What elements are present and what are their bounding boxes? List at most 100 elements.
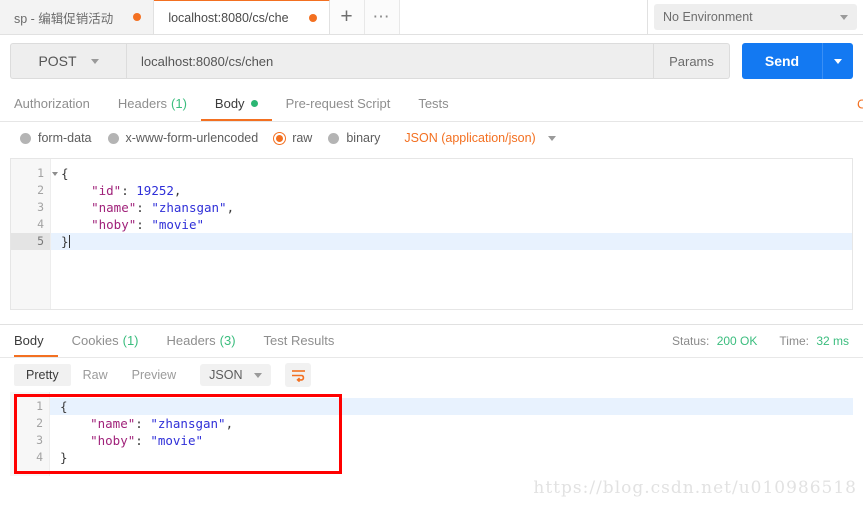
response-tab-headers-count: (3) [219, 332, 236, 348]
request-editor-code[interactable]: { "id": 19252, "name": "zhansgan", "hoby… [51, 159, 852, 309]
environment-select[interactable]: No Environment [654, 4, 857, 30]
unsaved-dot-icon [308, 13, 317, 22]
chevron-down-icon [547, 135, 556, 141]
http-method-select[interactable]: POST [10, 43, 126, 79]
response-tab-test-results-label: Test Results [263, 332, 335, 348]
line-number: 5 [11, 233, 50, 250]
send-options-button[interactable] [822, 43, 853, 79]
format-pretty-button[interactable]: Pretty [14, 364, 71, 386]
request-editor-gutter: 12 3 4 5 [11, 159, 58, 309]
response-tab-body[interactable]: Body [14, 325, 58, 357]
code-token: "name" [61, 200, 137, 215]
response-language-select[interactable]: JSON [200, 364, 272, 386]
code-line: "id": 19252, [51, 182, 852, 199]
content-type-select[interactable]: JSON (application/json) [404, 131, 556, 145]
code-token: } [61, 234, 69, 249]
tab-headers-count: (1) [171, 95, 187, 111]
body-type-binary[interactable]: binary [328, 131, 380, 145]
request-tab-0[interactable]: sp - 编辑促销活动 [0, 0, 155, 34]
chevron-down-icon [834, 58, 842, 64]
word-wrap-button[interactable] [285, 363, 312, 387]
tab-body-label: Body [214, 95, 245, 111]
line-number: 2 [37, 183, 44, 197]
request-tab-bar: sp - 编辑促销活动 localhost:8080/cs/che + ⋯ No… [0, 0, 863, 35]
code-token: : [121, 183, 137, 198]
tab-authorization[interactable]: Authorization [14, 87, 104, 121]
content-type-label: JSON (application/json) [404, 131, 536, 145]
tab-pre-request-script[interactable]: Pre-request Script [272, 87, 405, 121]
tab-authorization-label: Authorization [14, 95, 90, 111]
tab-options-button[interactable]: ⋯ [364, 0, 400, 34]
send-button[interactable]: Send [742, 43, 822, 79]
watermark-text: https://blog.csdn.net/u010986518 [533, 478, 857, 498]
response-tab-cookies-count: (1) [122, 332, 139, 348]
url-text: localhost:8080/cs/chen [141, 53, 274, 69]
line-number: 4 [36, 450, 43, 464]
request-tab-1[interactable]: localhost:8080/cs/che [154, 0, 330, 34]
code-token: , [173, 183, 182, 198]
code-token: : [136, 200, 152, 215]
unsaved-dot-icon [133, 13, 142, 21]
code-token: : [135, 416, 151, 431]
code-token: "name" [60, 416, 136, 431]
chevron-down-icon [90, 58, 99, 64]
body-type-raw-label: raw [292, 131, 313, 145]
params-button[interactable]: Params [654, 43, 730, 79]
environment-area: No Environment [647, 0, 863, 34]
response-tab-headers[interactable]: Headers (3) [153, 325, 250, 357]
code-token: "zhansgan" [150, 416, 226, 431]
chevron-down-icon [840, 14, 848, 20]
postman-window: sp - 编辑促销活动 localhost:8080/cs/che + ⋯ No… [0, 0, 863, 510]
code-token: "hoby" [61, 217, 137, 232]
body-type-form-data[interactable]: form-data [20, 131, 92, 145]
response-body-area: 12 3 4 { "name": "zhansgan", "hoby": "movi… [10, 392, 853, 478]
body-type-urlencoded-label: x-www-form-urlencoded [125, 131, 259, 145]
status-label: Status: [672, 334, 710, 348]
code-token: : [136, 217, 152, 232]
body-type-urlencoded[interactable]: x-www-form-urlencoded [107, 131, 259, 145]
request-body-editor[interactable]: 12 3 4 5 { "id": 19252, "name": "zhansgan",… [10, 158, 853, 310]
line-number: 3 [36, 433, 43, 447]
tab-headers-label: Headers [117, 95, 168, 111]
response-body-editor[interactable]: 12 3 4 { "name": "zhansgan", "hoby": "movi… [10, 392, 853, 476]
tab-headers[interactable]: Headers (1) [104, 87, 201, 121]
code-token: , [225, 416, 234, 431]
code-line: { [51, 165, 852, 182]
body-type-raw[interactable]: raw [274, 131, 312, 145]
tabbar-spacer [399, 0, 647, 35]
code-line: } [50, 449, 853, 466]
send-label: Send [764, 53, 800, 69]
response-format-toolbar: Pretty Raw Preview JSON [0, 358, 863, 392]
format-preview-button[interactable]: Preview [120, 364, 188, 386]
line-number: 1 [11, 165, 58, 182]
code-token: } [60, 450, 68, 465]
body-type-row: form-data x-www-form-urlencoded raw bina… [0, 122, 863, 154]
tab-tests[interactable]: Tests [404, 87, 462, 121]
line-number: 2 [36, 416, 43, 430]
line-number: 3 [37, 200, 44, 214]
format-raw-button[interactable]: Raw [71, 364, 120, 386]
code-token: 19252 [136, 183, 174, 198]
url-input[interactable]: localhost:8080/cs/chen [126, 43, 654, 79]
response-tab-cookies[interactable]: Cookies (1) [58, 325, 153, 357]
http-method-label: POST [38, 53, 77, 69]
code-token: { [60, 399, 68, 414]
code-line: } [51, 233, 852, 250]
code-line: "name": "zhansgan", [50, 415, 853, 432]
new-tab-button[interactable]: + [329, 0, 365, 34]
tab-body[interactable]: Body [200, 87, 272, 121]
time-label: Time: [779, 334, 809, 348]
radio-selected-icon [274, 132, 286, 144]
response-editor-code[interactable]: { "name": "zhansgan", "hoby": "movie"} [50, 392, 853, 476]
request-tab-0-label: sp - 编辑促销活动 [14, 11, 114, 26]
time-badge: Time: 32 ms [779, 334, 849, 348]
code-token: "hoby" [60, 433, 136, 448]
response-tab-cookies-label: Cookies [71, 332, 119, 348]
status-badge: Status: 200 OK [672, 334, 757, 348]
response-tab-test-results[interactable]: Test Results [250, 325, 349, 357]
code-link[interactable]: Code [857, 97, 863, 112]
code-token: "zhansgan" [151, 200, 227, 215]
code-line: { [50, 398, 853, 415]
code-line: "hoby": "movie" [50, 432, 853, 449]
text-cursor [68, 235, 70, 248]
